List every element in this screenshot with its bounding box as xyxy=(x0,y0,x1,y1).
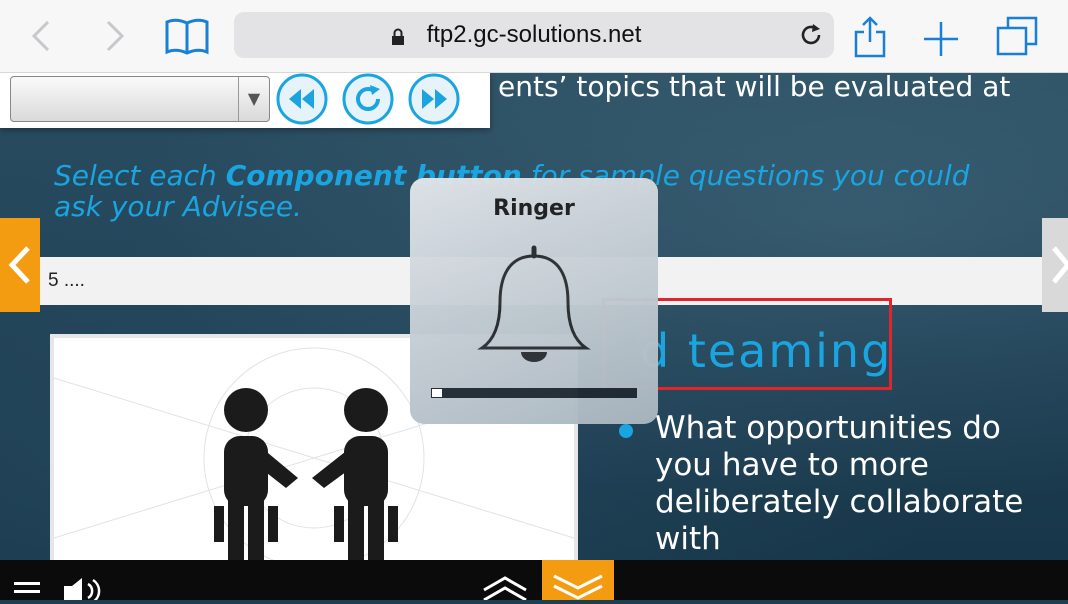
instruction-prefix: Select each xyxy=(54,159,226,192)
chevron-left-icon xyxy=(8,246,30,284)
menu-icon[interactable] xyxy=(14,580,40,600)
bullet-icon xyxy=(619,424,633,438)
bullet-text: What opportunities do you have to more d… xyxy=(655,410,1024,557)
replay-icon[interactable] xyxy=(342,73,394,125)
intro-text: ents’ topics that will be evaluated at xyxy=(498,72,1011,103)
bookmarks-icon[interactable] xyxy=(164,16,210,56)
bell-icon xyxy=(477,245,591,362)
chevron-up-icon[interactable] xyxy=(480,576,530,600)
share-icon[interactable] xyxy=(852,14,888,58)
url-text: ftp2.gc-solutions.net xyxy=(426,21,642,48)
reload-icon[interactable] xyxy=(798,22,824,48)
collapse-button[interactable] xyxy=(542,560,614,600)
fast-forward-icon[interactable] xyxy=(408,73,460,125)
player-toolbar: ▼ xyxy=(0,72,490,128)
ringer-title: Ringer xyxy=(493,196,575,221)
address-bar[interactable]: ftp2.gc-solutions.net xyxy=(234,12,834,58)
tabs-icon[interactable] xyxy=(996,16,1038,56)
previous-slide-button[interactable] xyxy=(0,218,40,312)
rewind-icon[interactable] xyxy=(276,73,328,125)
progress-text: 5 .... xyxy=(48,270,85,291)
chevron-down-icon: ▼ xyxy=(238,77,269,121)
chevron-down-icon xyxy=(553,574,603,600)
ringer-level-fill xyxy=(432,389,442,397)
new-tab-icon[interactable] xyxy=(922,20,960,58)
volume-icon[interactable] xyxy=(62,578,104,600)
chevron-right-icon xyxy=(1052,246,1068,284)
browser-toolbar: ftp2.gc-solutions.net xyxy=(0,0,1068,73)
ringer-level-track xyxy=(431,388,637,398)
player-bottom-bar xyxy=(0,560,1068,600)
forward-arrow-icon[interactable] xyxy=(96,18,132,54)
next-slide-button[interactable] xyxy=(1042,218,1068,312)
slide-select[interactable]: ▼ xyxy=(10,76,270,122)
ringer-hud: Ringer xyxy=(410,178,658,424)
back-arrow-icon[interactable] xyxy=(24,18,60,54)
